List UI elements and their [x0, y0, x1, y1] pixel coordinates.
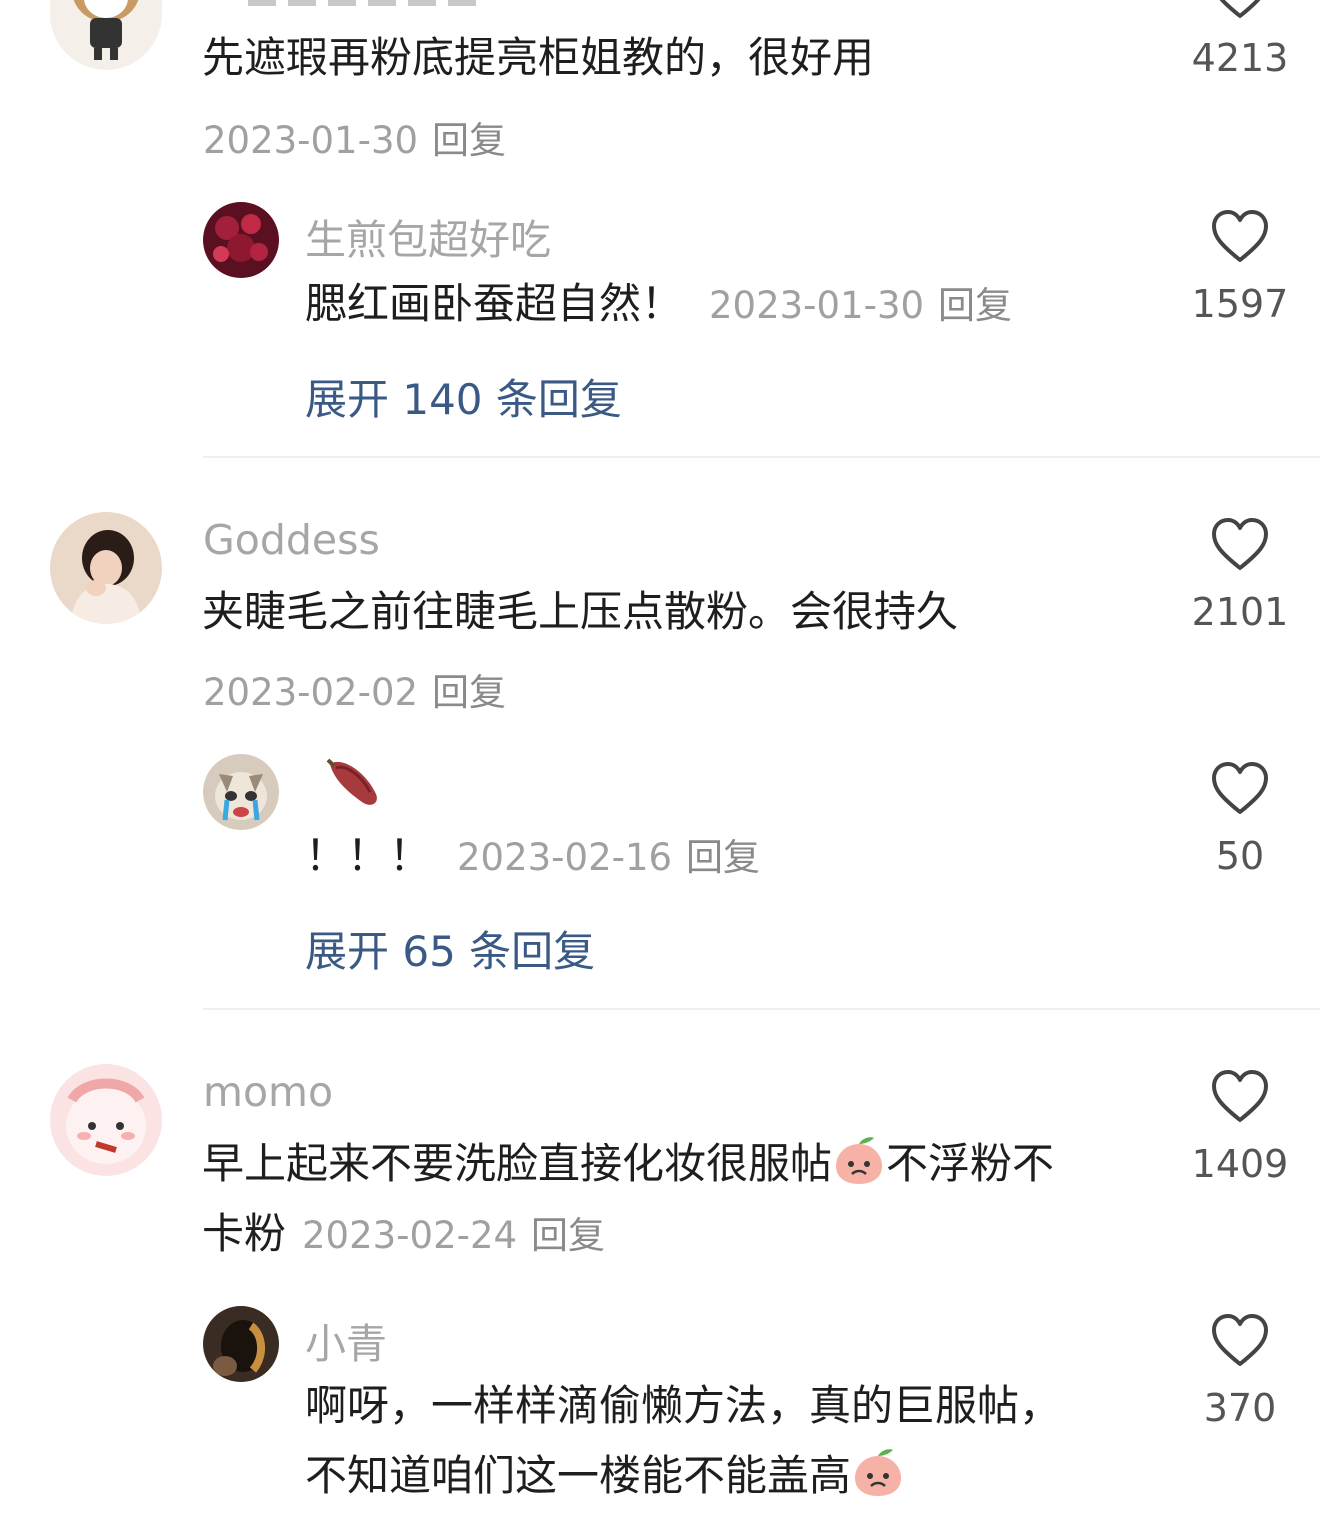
sub-2-text: ！！！: [305, 831, 432, 880]
avatar-comment-3[interactable]: [50, 1064, 162, 1176]
comment-3-date: 2023-02-24: [302, 1214, 518, 1257]
comment-1-reply-button[interactable]: 回复: [432, 119, 506, 162]
comment-2-meta: 2023-02-02 回复: [203, 662, 506, 716]
sub-1-like-count: 1597: [1191, 282, 1289, 326]
sub-2-date: 2023-02-16: [457, 836, 673, 879]
sweet-potato-emoji: [322, 750, 384, 812]
comment-3-username[interactable]: momo: [203, 1068, 333, 1116]
sub-2-text-line: ！！！ 2023-02-16 回复: [305, 822, 760, 892]
sub-3-text-line-1: 啊呀，一样样滴偷懒方法，真的巨服帖，: [305, 1381, 1062, 1430]
comment-1-text: 先遮瑕再粉底提亮柜姐教的，很好用: [202, 33, 875, 82]
sub-2-meta: 2023-02-16 回复: [457, 836, 760, 879]
sub-3-text-b: 不知道咱们这一楼能不能盖高: [305, 1451, 852, 1500]
like-heart-icon[interactable]: [1210, 760, 1270, 816]
comment-1-like-count: 4213: [1191, 36, 1289, 80]
sub-3-like-count: 370: [1203, 1386, 1277, 1430]
like-heart-icon[interactable]: [1210, 0, 1270, 20]
comment-3-like-count: 1409: [1191, 1142, 1289, 1186]
comment-2-date: 2023-02-02: [203, 671, 419, 714]
comment-3-text-b: 不浮粉不: [886, 1139, 1055, 1188]
comment-2-text: 夹睫毛之前往睫毛上压点散粉。会很持久: [202, 587, 959, 636]
expand-replies-button-1[interactable]: 展开 140 条回复: [305, 366, 622, 427]
sub-3-username[interactable]: 小青: [305, 1310, 387, 1370]
comment-divider: [203, 1008, 1320, 1010]
sub-2-reply-button[interactable]: 回复: [686, 836, 760, 879]
comment-2-username[interactable]: Goddess: [203, 516, 380, 564]
like-heart-icon[interactable]: [1210, 516, 1270, 572]
comment-1-username-cut[interactable]: [248, 0, 478, 6]
comment-3-text-line-1: 早上起来不要洗脸直接化妆很服帖 不浮粉不: [202, 1130, 1054, 1198]
peach-face-emoji: [851, 1446, 905, 1500]
sub-2-like-count: 50: [1215, 834, 1265, 878]
sub-1-reply-button[interactable]: 回复: [938, 284, 1012, 327]
expand-replies-button-2[interactable]: 展开 65 条回复: [305, 918, 595, 979]
sub-3-text-line-2: 不知道咱们这一楼能不能盖高: [305, 1442, 905, 1510]
avatar-sub-2[interactable]: [203, 754, 279, 830]
sub-1-date: 2023-01-30: [709, 284, 925, 327]
comment-1-meta: 2023-01-30 回复: [203, 110, 506, 164]
sub-1-text-line: 腮红画卧蚕超自然！ 2023-01-30 回复: [305, 270, 1012, 340]
avatar-sub-3[interactable]: [203, 1306, 279, 1382]
comment-1-date: 2023-01-30: [203, 119, 419, 162]
sub-1-meta: 2023-01-30 回复: [709, 284, 1012, 327]
comment-3-reply-button[interactable]: 回复: [531, 1214, 605, 1257]
comment-2-like-count: 2101: [1191, 590, 1289, 634]
comment-3-meta: 2023-02-24 回复: [302, 1214, 605, 1257]
comment-3-text-line-2: 卡粉 2023-02-24 回复: [202, 1200, 605, 1270]
comment-3-text-c: 卡粉: [202, 1209, 287, 1258]
peach-face-emoji: [832, 1134, 886, 1188]
avatar-comment-2[interactable]: [50, 512, 162, 624]
sub-1-username[interactable]: 生煎包超好吃: [305, 206, 551, 266]
like-heart-icon[interactable]: [1210, 1068, 1270, 1124]
comment-3-text-a: 早上起来不要洗脸直接化妆很服帖: [202, 1139, 833, 1188]
comment-2-reply-button[interactable]: 回复: [432, 671, 506, 714]
avatar-sub-1[interactable]: [203, 202, 279, 278]
avatar-comment-1[interactable]: [50, 0, 162, 70]
like-heart-icon[interactable]: [1210, 1312, 1270, 1368]
comment-divider: [203, 456, 1320, 458]
like-heart-icon[interactable]: [1210, 208, 1270, 264]
sub-1-text: 腮红画卧蚕超自然！: [305, 279, 684, 328]
